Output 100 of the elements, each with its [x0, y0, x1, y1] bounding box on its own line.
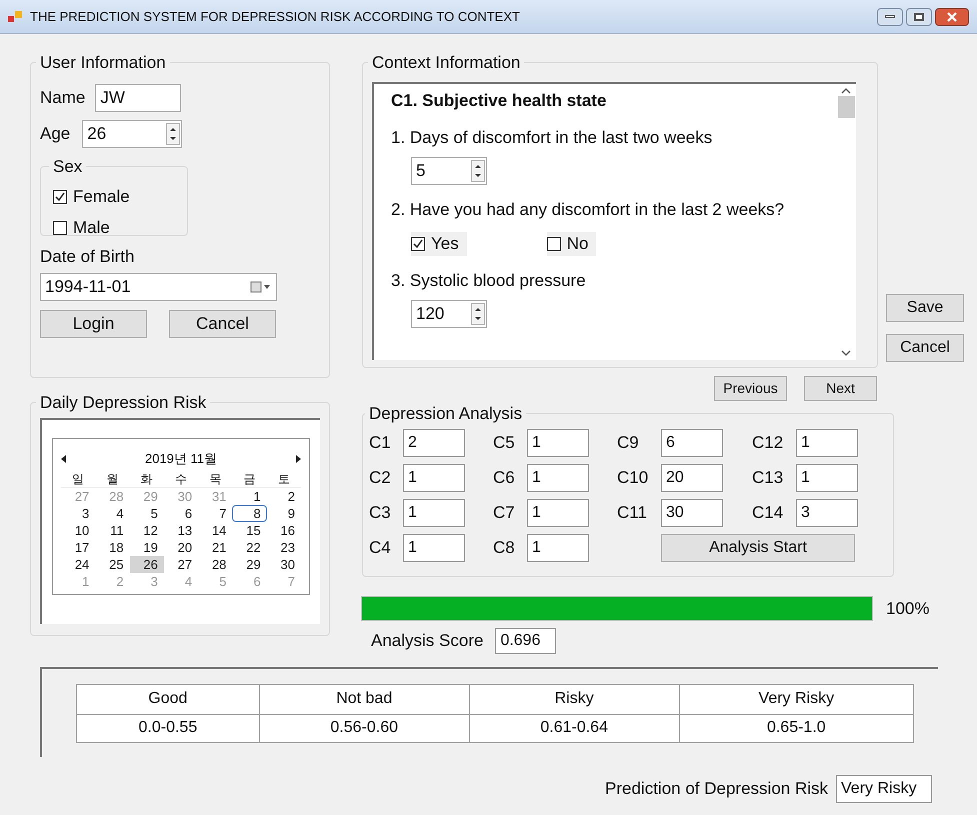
button[interactable]: Previous	[714, 376, 787, 401]
value-field[interactable]: 1	[527, 464, 589, 492]
field-label: C10	[617, 466, 650, 489]
calendar-day[interactable]: 21	[198, 538, 232, 556]
value-field[interactable]: 6	[661, 428, 723, 456]
calendar-day[interactable]: 11	[95, 522, 130, 538]
value-field[interactable]: 1	[527, 534, 589, 562]
checkbox[interactable]	[411, 237, 425, 251]
calendar-day[interactable]: 20	[164, 538, 198, 556]
close-button[interactable]	[935, 8, 969, 26]
group-title: User Information	[39, 52, 167, 74]
window-title: THE PREDICTION SYSTEM FOR DEPRESSION RISK ACCORDING TO CONTEXT	[30, 8, 521, 26]
maximize-button[interactable]	[906, 8, 932, 26]
calendar-day[interactable]: 15	[232, 522, 267, 538]
checkbox-label: Female	[73, 186, 130, 208]
field-label: C11	[617, 502, 648, 524]
calendar-day[interactable]: 24	[61, 556, 96, 572]
value-field[interactable]: 30	[661, 498, 723, 526]
button[interactable]: Save	[886, 294, 964, 322]
month-title: 2019년 11월	[144, 450, 218, 468]
date-picker[interactable]: 1994-11-01	[40, 273, 277, 301]
table-cell: 0.65-1.0	[679, 714, 914, 742]
checkbox[interactable]	[53, 190, 67, 204]
field-label: Prediction of Depression Risk	[605, 778, 828, 800]
value-field[interactable]: 1	[403, 498, 465, 526]
scroll-down-icon[interactable]	[841, 350, 851, 356]
button[interactable]: Next	[804, 376, 877, 401]
calendar-day[interactable]: 3	[61, 504, 96, 522]
scroll-thumb[interactable]	[838, 96, 854, 118]
calendar-day[interactable]: 6	[164, 504, 198, 522]
calendar-day[interactable]: 14	[198, 522, 232, 538]
spin-arrows-icon[interactable]	[471, 160, 485, 182]
value-field[interactable]: 2	[403, 428, 465, 456]
calendar-day[interactable]: 4	[95, 504, 130, 522]
field-label: Date of Birth	[40, 246, 136, 268]
minimize-button[interactable]	[877, 8, 903, 26]
field-label: C1	[369, 432, 392, 454]
spin-arrows-icon[interactable]	[471, 302, 485, 324]
calendar-day[interactable]: 26	[130, 556, 164, 572]
calendar-day[interactable]: 8	[232, 504, 267, 522]
weekday-label: 수	[174, 470, 188, 486]
calendar-day[interactable]: 9	[266, 504, 301, 522]
checkbox-label: Male	[73, 216, 110, 239]
calendar-day[interactable]: 28	[198, 556, 232, 572]
field-label: C4	[369, 536, 392, 559]
weekday-label: 토	[276, 470, 291, 486]
next-month-icon[interactable]	[295, 454, 301, 462]
calendar-day[interactable]: 29	[232, 556, 267, 572]
calendar-day[interactable]: 16	[266, 522, 301, 538]
calendar-day[interactable]: 12	[130, 522, 164, 538]
checkbox[interactable]	[53, 220, 67, 234]
field-label: C5	[493, 432, 516, 454]
value-field[interactable]: 1	[527, 428, 589, 456]
scroll-up-icon[interactable]	[841, 88, 851, 94]
table-cell: 0.0-0.55	[76, 714, 260, 742]
value-field[interactable]: 1	[403, 464, 465, 492]
calendar-day[interactable]: 30	[266, 556, 301, 572]
value-field[interactable]: 1	[796, 428, 858, 456]
calendar-day[interactable]: 1	[232, 488, 267, 504]
previous-month-icon[interactable]	[61, 454, 67, 462]
weekday-label: 화	[140, 470, 154, 486]
checkbox[interactable]	[546, 237, 561, 251]
button[interactable]: Analysis Start	[661, 534, 855, 562]
calendar-dropdown-icon[interactable]	[250, 281, 272, 293]
column-header: Good	[76, 684, 260, 714]
group-title: Daily Depression Risk	[39, 392, 208, 414]
name-field[interactable]: JW	[95, 84, 182, 112]
weekday-label: 일	[71, 470, 86, 486]
calendar-day[interactable]: 23	[266, 538, 301, 556]
weekday-label: 금	[242, 470, 257, 486]
spin-arrows-icon[interactable]	[166, 122, 180, 144]
calendar-day[interactable]: 10	[61, 522, 96, 538]
prediction-field[interactable]: Very Risky	[836, 774, 932, 802]
value-field[interactable]: 1	[796, 464, 858, 492]
field-label: C7	[493, 502, 516, 524]
value-field[interactable]: 20	[661, 464, 723, 492]
score-field[interactable]: 0.696	[495, 628, 556, 654]
calendar-day[interactable]: 2	[266, 488, 301, 504]
calendar-day[interactable]: 25	[95, 556, 130, 572]
button[interactable]: Login	[40, 310, 147, 338]
calendar-day[interactable]: 18	[95, 538, 130, 556]
checkbox-label: No	[566, 233, 588, 256]
button[interactable]: Cancel	[169, 310, 276, 338]
field-label: Analysis Score	[371, 630, 484, 652]
calendar-day[interactable]: 17	[61, 538, 96, 556]
value-field[interactable]: 3	[796, 498, 858, 526]
field-label: C3	[369, 502, 392, 524]
calendar-day[interactable]: 27	[164, 556, 198, 572]
calendar-day[interactable]: 22	[232, 538, 267, 556]
calendar-day[interactable]: 5	[130, 504, 164, 522]
calendar-day[interactable]: 19	[130, 538, 164, 556]
group-title: Depression Analysis	[368, 403, 524, 425]
field-label: Name	[40, 86, 86, 109]
column-header: Risky	[469, 684, 680, 714]
value-field[interactable]: 1	[403, 534, 465, 562]
value-field[interactable]: 1	[527, 498, 589, 526]
calendar-day[interactable]: 13	[164, 522, 198, 538]
button[interactable]: Cancel	[886, 334, 964, 362]
app-icon	[8, 10, 22, 22]
calendar-day[interactable]: 7	[198, 504, 232, 522]
